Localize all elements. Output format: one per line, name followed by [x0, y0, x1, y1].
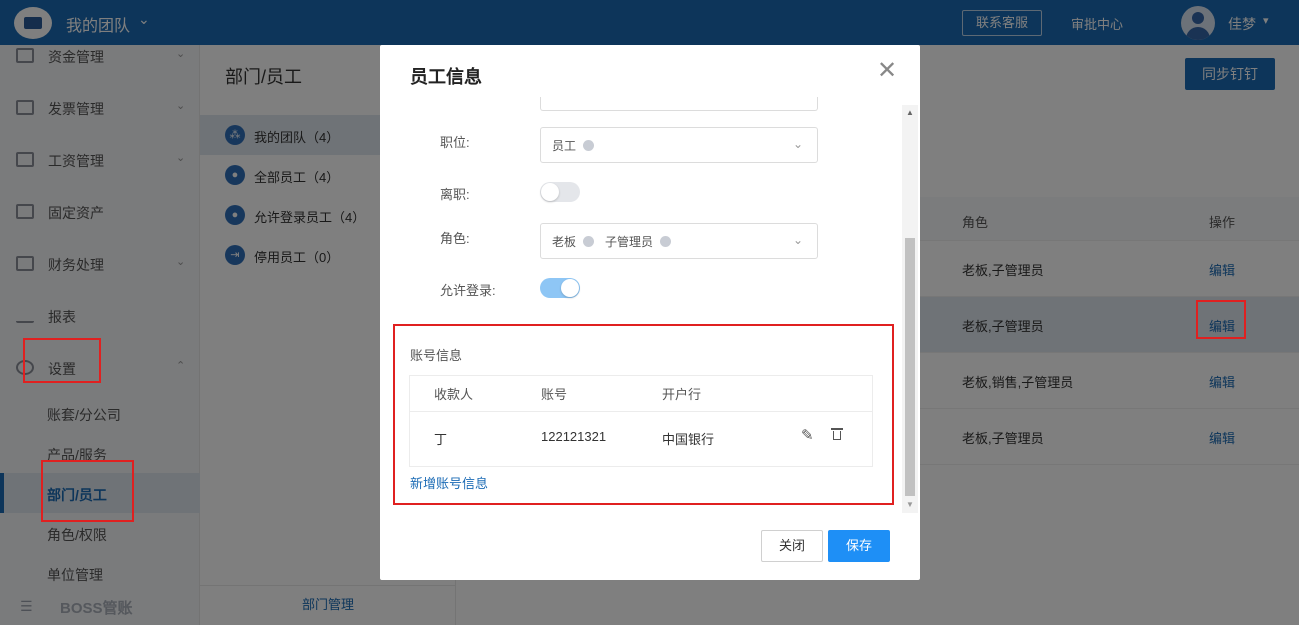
toggle-knob: [561, 279, 579, 297]
tag-remove-icon[interactable]: [583, 140, 594, 151]
toggle-knob: [541, 183, 559, 201]
chevron-down-icon[interactable]: ⌄: [793, 233, 803, 247]
annotation-box-account-info: [393, 324, 894, 505]
role-tag: 老板: [552, 235, 577, 249]
position-tag: 员工: [552, 139, 577, 153]
tag-remove-icon[interactable]: [583, 236, 594, 247]
resigned-label: 离职:: [440, 187, 470, 202]
role-select[interactable]: 老板 子管理员 ⌄: [540, 223, 818, 259]
allow-login-label: 允许登录:: [440, 283, 496, 298]
annotation-box-departments: [41, 460, 134, 522]
scrollbar-thumb[interactable]: [905, 238, 915, 496]
role-label: 角色:: [440, 231, 470, 246]
scroll-down-icon[interactable]: ▼: [906, 500, 914, 509]
close-icon[interactable]: ✕: [877, 59, 897, 83]
resigned-toggle[interactable]: [540, 182, 580, 202]
annotation-box-edit: [1196, 300, 1246, 339]
scroll-up-icon[interactable]: ▲: [906, 108, 914, 117]
role-tag: 子管理员: [605, 235, 654, 249]
close-button[interactable]: 关闭: [761, 530, 823, 562]
chevron-down-icon[interactable]: ⌄: [793, 137, 803, 151]
dialog-title: 员工信息: [410, 67, 482, 87]
position-select[interactable]: 员工 ⌄: [540, 127, 818, 163]
allow-login-toggle[interactable]: [540, 278, 580, 298]
annotation-box-settings: [23, 338, 101, 383]
tag-remove-icon[interactable]: [660, 236, 671, 247]
save-button[interactable]: 保存: [828, 530, 890, 562]
position-label: 职位:: [440, 135, 470, 150]
previous-field[interactable]: [540, 97, 818, 111]
